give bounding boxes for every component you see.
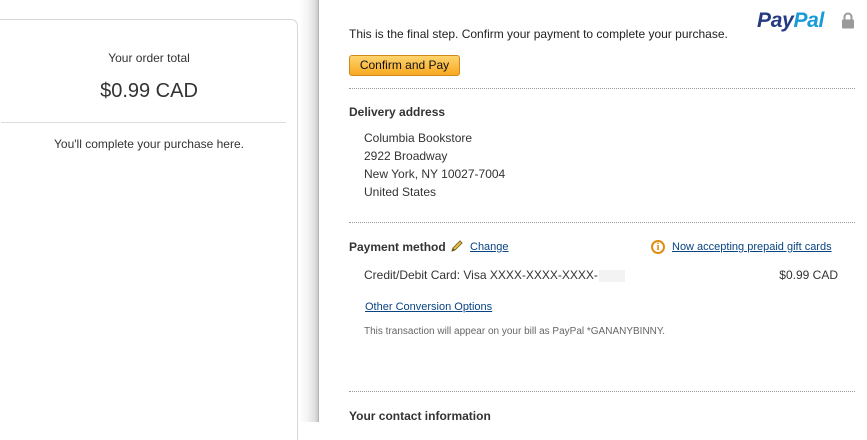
panel-gutter bbox=[299, 0, 318, 422]
paypal-logo: PayPal bbox=[757, 9, 824, 33]
contact-information-heading: Your contact information bbox=[349, 409, 491, 423]
confirm-and-pay-button[interactable]: Confirm and Pay bbox=[349, 55, 460, 76]
order-total-value: $0.99 CAD bbox=[100, 80, 198, 102]
lock-icon bbox=[842, 12, 854, 29]
payment-method-heading: Payment method bbox=[349, 240, 446, 254]
other-conversion-options-link[interactable]: Other Conversion Options bbox=[365, 301, 492, 313]
card-label: Credit/Debit Card: Visa XXXX-XXXX-XXXX- bbox=[364, 268, 598, 282]
address-line: Columbia Bookstore bbox=[364, 131, 473, 145]
prepaid-gift-cards-link[interactable]: Now accepting prepaid gift cards bbox=[672, 241, 832, 253]
pencil-icon[interactable] bbox=[450, 239, 464, 253]
address-line: 2922 Broadway bbox=[364, 149, 448, 163]
complete-purchase-text: You'll complete your purchase here. bbox=[54, 137, 244, 151]
section-divider bbox=[349, 222, 855, 223]
transaction-note: This transaction will appear on your bil… bbox=[364, 326, 666, 337]
order-total-label: Your order total bbox=[108, 51, 190, 65]
section-divider bbox=[349, 391, 855, 392]
info-icon: i bbox=[651, 240, 665, 254]
order-summary-panel: Your order total $0.99 CAD You'll comple… bbox=[0, 19, 298, 440]
final-step-text: This is the final step. Confirm your pay… bbox=[349, 27, 728, 41]
payment-amount: $0.99 CAD bbox=[779, 268, 838, 282]
address-line: United States bbox=[364, 185, 437, 199]
paypal-logo-pal: Pal bbox=[793, 9, 825, 32]
address-line: New York, NY 10027-7004 bbox=[364, 167, 506, 181]
paypal-logo-pay: Pay bbox=[757, 9, 794, 32]
panel-separator bbox=[318, 0, 319, 422]
summary-divider bbox=[1, 122, 286, 123]
delivery-address-heading: Delivery address bbox=[349, 105, 446, 119]
card-line: Credit/Debit Card: Visa XXXX-XXXX-XXXX- bbox=[364, 268, 625, 282]
section-divider bbox=[349, 88, 855, 89]
card-number-redacted bbox=[598, 269, 625, 282]
change-payment-link[interactable]: Change bbox=[470, 241, 509, 253]
